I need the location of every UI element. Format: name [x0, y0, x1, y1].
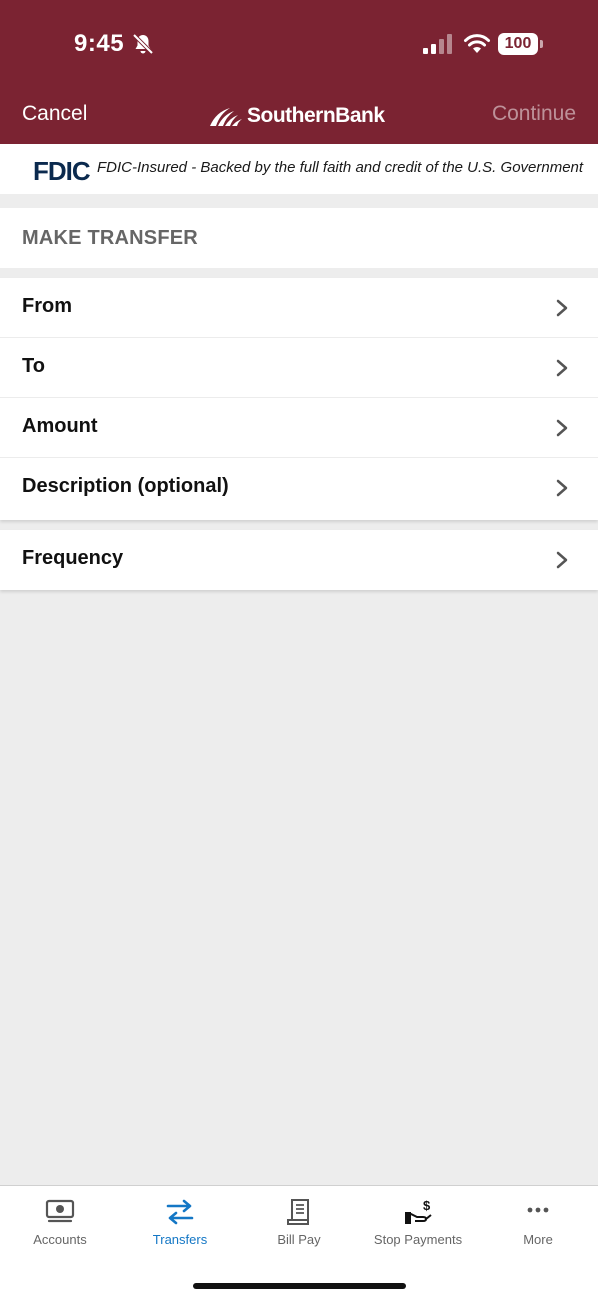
tab-label: Accounts: [33, 1232, 87, 1247]
navigation-bar: Cancel SouthernBank Continue: [0, 96, 598, 136]
transfers-icon: [166, 1199, 194, 1225]
page-title: MAKE TRANSFER: [22, 227, 198, 249]
stop-payments-icon: $: [405, 1198, 432, 1224]
to-label: To: [22, 355, 45, 377]
chevron-right-icon: [556, 479, 568, 497]
tab-label: Bill Pay: [277, 1232, 321, 1247]
wifi-icon: [464, 34, 490, 53]
chevron-right-icon: [556, 551, 568, 569]
tab-bill-pay[interactable]: Bill Pay: [239, 1186, 359, 1256]
frequency-group: Frequency: [0, 530, 598, 590]
brand-mark-icon: [210, 108, 242, 126]
status-bar: 9:45 100: [0, 0, 598, 88]
continue-button[interactable]: Continue: [492, 102, 576, 126]
svg-text:$: $: [423, 1198, 431, 1213]
description-label: Description (optional): [22, 475, 229, 497]
chevron-right-icon: [556, 359, 568, 377]
app-header: 9:45 100 Cancel SouthernBank Continue: [0, 0, 598, 144]
cancel-button[interactable]: Cancel: [22, 102, 87, 126]
fdic-message: FDIC-Insured - Backed by the full faith …: [97, 159, 584, 176]
section-header: MAKE TRANSFER: [0, 208, 598, 268]
tab-accounts[interactable]: Accounts: [0, 1186, 120, 1256]
tab-label: More: [523, 1232, 553, 1247]
accounts-icon: [45, 1199, 75, 1223]
battery-level: 100: [498, 33, 538, 55]
transfer-details-group: From To Amount Description (optional): [0, 278, 598, 520]
chevron-right-icon: [556, 419, 568, 437]
tab-transfers[interactable]: Transfers: [120, 1186, 240, 1256]
tab-more[interactable]: More: [478, 1186, 598, 1256]
from-label: From: [22, 295, 72, 317]
brand-logo: SouthernBank: [210, 102, 385, 130]
cellular-signal-icon: [423, 34, 452, 54]
tab-label: Stop Payments: [373, 1232, 463, 1247]
chevron-right-icon: [556, 299, 568, 317]
description-row[interactable]: Description (optional): [0, 458, 598, 518]
fdic-banner: FDIC FDIC-Insured - Backed by the full f…: [0, 144, 598, 194]
tab-stop-payments[interactable]: $ Stop Payments: [358, 1186, 478, 1256]
battery-icon: 100: [498, 33, 544, 55]
brand-name: SouthernBank: [247, 104, 385, 127]
bell-muted-icon: [132, 33, 154, 55]
frequency-row[interactable]: Frequency: [0, 530, 598, 590]
more-icon: [527, 1207, 549, 1213]
bill-pay-icon: [287, 1199, 309, 1225]
amount-row[interactable]: Amount: [0, 398, 598, 458]
from-row[interactable]: From: [0, 278, 598, 338]
tab-bar: Accounts Transfers Bill Pay $ Stop Payme…: [0, 1185, 598, 1300]
tab-label: Transfers: [152, 1232, 208, 1247]
to-row[interactable]: To: [0, 338, 598, 398]
fdic-logo: FDIC: [33, 156, 91, 186]
frequency-label: Frequency: [22, 547, 124, 569]
status-time: 9:45: [74, 30, 125, 57]
home-indicator[interactable]: [193, 1283, 406, 1289]
amount-label: Amount: [22, 415, 98, 437]
